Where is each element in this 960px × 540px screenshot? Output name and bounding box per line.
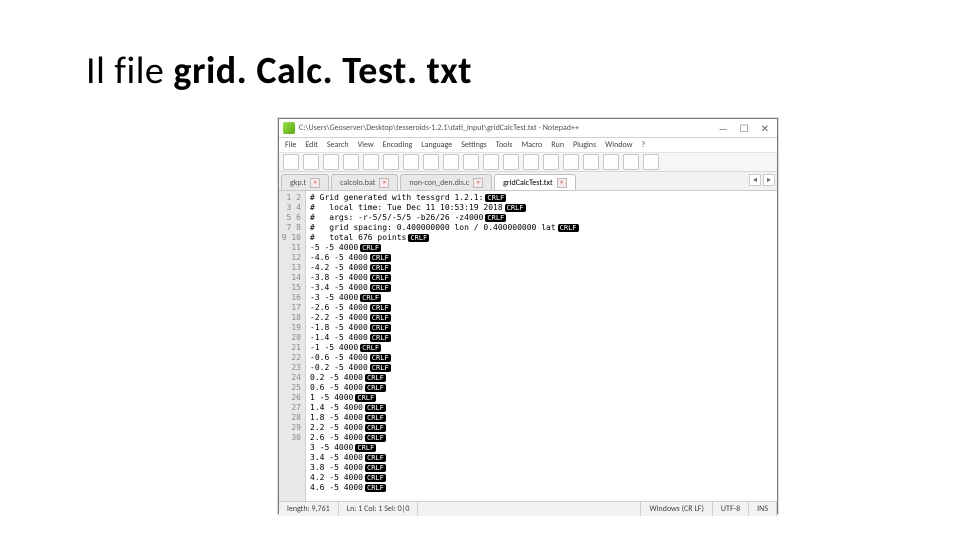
- toolbar-button[interactable]: [543, 154, 559, 170]
- tab-gkp-t[interactable]: gkp.t ×: [281, 174, 329, 190]
- tab-nav: ◂▸: [749, 174, 775, 186]
- toolbar-button[interactable]: [283, 154, 299, 170]
- toolbar-button[interactable]: [603, 154, 619, 170]
- crlf-icon: CRLF: [355, 444, 376, 452]
- crlf-icon: CRLF: [360, 244, 381, 252]
- menubar: File Edit Search View Encoding Language Settin…: [279, 138, 777, 153]
- toolbar-button[interactable]: [623, 154, 639, 170]
- menu-macro[interactable]: Macro: [521, 140, 542, 150]
- tab-gridcalctest-txt[interactable]: gridCalcTest.txt ×: [494, 174, 576, 190]
- crlf-icon: CRLF: [365, 454, 386, 462]
- tab-bar: gkp.t×calcolo.bat×non-con_den.dis.c×grid…: [279, 172, 777, 191]
- status-length: length: 9,761: [279, 502, 339, 516]
- status-pos: Ln: 1 Col: 1 Sel: 0|0: [339, 502, 419, 516]
- toolbar-button[interactable]: [643, 154, 659, 170]
- tab-close-icon[interactable]: ×: [310, 178, 320, 188]
- toolbar-button[interactable]: [363, 154, 379, 170]
- crlf-icon: CRLF: [370, 364, 391, 372]
- statusbar: length: 9,761 Ln: 1 Col: 1 Sel: 0|0 Wind…: [279, 501, 777, 516]
- menu-search[interactable]: Search: [327, 140, 349, 150]
- tab-close-icon[interactable]: ×: [557, 178, 567, 188]
- crlf-icon: CRLF: [365, 484, 386, 492]
- crlf-icon: CRLF: [365, 464, 386, 472]
- tab-calcolo-bat[interactable]: calcolo.bat ×: [331, 174, 398, 190]
- crlf-icon: CRLF: [370, 264, 391, 272]
- tab-label: non-con_den.dis.c: [409, 178, 469, 188]
- toolbar-button[interactable]: [583, 154, 599, 170]
- tab-close-icon[interactable]: ×: [379, 178, 389, 188]
- menu-view[interactable]: View: [358, 140, 374, 150]
- crlf-icon: CRLF: [558, 224, 579, 232]
- crlf-icon: CRLF: [485, 194, 506, 202]
- toolbar-button[interactable]: [303, 154, 319, 170]
- toolbar-button[interactable]: [323, 154, 339, 170]
- titlebar: C:\Users\Geoserver\Desktop\tesseroids-1.…: [279, 119, 777, 138]
- toolbar-button[interactable]: [523, 154, 539, 170]
- menu-plugins[interactable]: Plugins: [573, 140, 596, 150]
- crlf-icon: CRLF: [408, 234, 429, 242]
- tab-non-con-den-dis-c[interactable]: non-con_den.dis.c ×: [400, 174, 492, 190]
- crlf-icon: CRLF: [355, 394, 376, 402]
- crlf-icon: CRLF: [365, 434, 386, 442]
- maximize-button[interactable]: ☐: [740, 122, 749, 135]
- crlf-icon: CRLF: [370, 304, 391, 312]
- window-title: C:\Users\Geoserver\Desktop\tesseroids-1.…: [299, 123, 711, 133]
- menu-encoding[interactable]: Encoding: [383, 140, 413, 150]
- menu-run[interactable]: Run: [551, 140, 564, 150]
- tab-label: gridCalcTest.txt: [503, 178, 553, 188]
- heading-bold: grid. Calc. Test. txt: [173, 48, 471, 94]
- crlf-icon: CRLF: [360, 294, 381, 302]
- crlf-icon: CRLF: [365, 424, 386, 432]
- tab-close-icon[interactable]: ×: [473, 178, 483, 188]
- status-eol: Windows (CR LF): [641, 502, 712, 516]
- close-button[interactable]: ✕: [761, 122, 769, 135]
- crlf-icon: CRLF: [370, 324, 391, 332]
- toolbar-button[interactable]: [403, 154, 419, 170]
- crlf-icon: CRLF: [485, 214, 506, 222]
- crlf-icon: CRLF: [365, 374, 386, 382]
- toolbar-button[interactable]: [423, 154, 439, 170]
- menu-window[interactable]: Window: [605, 140, 632, 150]
- crlf-icon: CRLF: [360, 344, 381, 352]
- toolbar-button[interactable]: [443, 154, 459, 170]
- status-enc: UTF-8: [713, 502, 749, 516]
- toolbar-button[interactable]: [503, 154, 519, 170]
- tab-next-button[interactable]: ▸: [763, 174, 775, 186]
- tab-label: calcolo.bat: [340, 178, 375, 188]
- editor: 1 2 3 4 5 6 7 8 9 10 11 12 13 14 15 16 1…: [279, 191, 777, 501]
- tab-label: gkp.t: [290, 178, 306, 188]
- crlf-icon: CRLF: [370, 254, 391, 262]
- crlf-icon: CRLF: [365, 384, 386, 392]
- menu-language[interactable]: Language: [421, 140, 452, 150]
- minimize-button[interactable]: —: [719, 122, 728, 135]
- toolbar-button[interactable]: [343, 154, 359, 170]
- toolbar-button[interactable]: [383, 154, 399, 170]
- line-gutter: 1 2 3 4 5 6 7 8 9 10 11 12 13 14 15 16 1…: [279, 191, 306, 501]
- menu-settings[interactable]: Settings: [461, 140, 487, 150]
- app-icon: [283, 122, 295, 134]
- crlf-icon: CRLF: [365, 414, 386, 422]
- status-mode: INS: [749, 502, 777, 516]
- crlf-icon: CRLF: [370, 284, 391, 292]
- crlf-icon: CRLF: [370, 334, 391, 342]
- crlf-icon: CRLF: [365, 404, 386, 412]
- menu-file[interactable]: File: [285, 140, 296, 150]
- crlf-icon: CRLF: [370, 274, 391, 282]
- menu-edit[interactable]: Edit: [305, 140, 318, 150]
- crlf-icon: CRLF: [365, 474, 386, 482]
- menu-?[interactable]: ?: [641, 140, 645, 150]
- slide-heading: Il file grid. Calc. Test. txt: [86, 48, 472, 94]
- toolbar-button[interactable]: [563, 154, 579, 170]
- menu-tools[interactable]: Tools: [496, 140, 513, 150]
- toolbar-button[interactable]: [483, 154, 499, 170]
- crlf-icon: CRLF: [505, 204, 526, 212]
- tab-prev-button[interactable]: ◂: [749, 174, 761, 186]
- heading-prefix: Il file: [86, 48, 173, 94]
- toolbar-button[interactable]: [463, 154, 479, 170]
- crlf-icon: CRLF: [370, 314, 391, 322]
- code-area[interactable]: # Grid generated with tessgrd 1.2.1:CRLF…: [306, 191, 777, 501]
- toolbar: [279, 153, 777, 172]
- crlf-icon: CRLF: [370, 354, 391, 362]
- notepadpp-window: C:\Users\Geoserver\Desktop\tesseroids-1.…: [278, 118, 778, 514]
